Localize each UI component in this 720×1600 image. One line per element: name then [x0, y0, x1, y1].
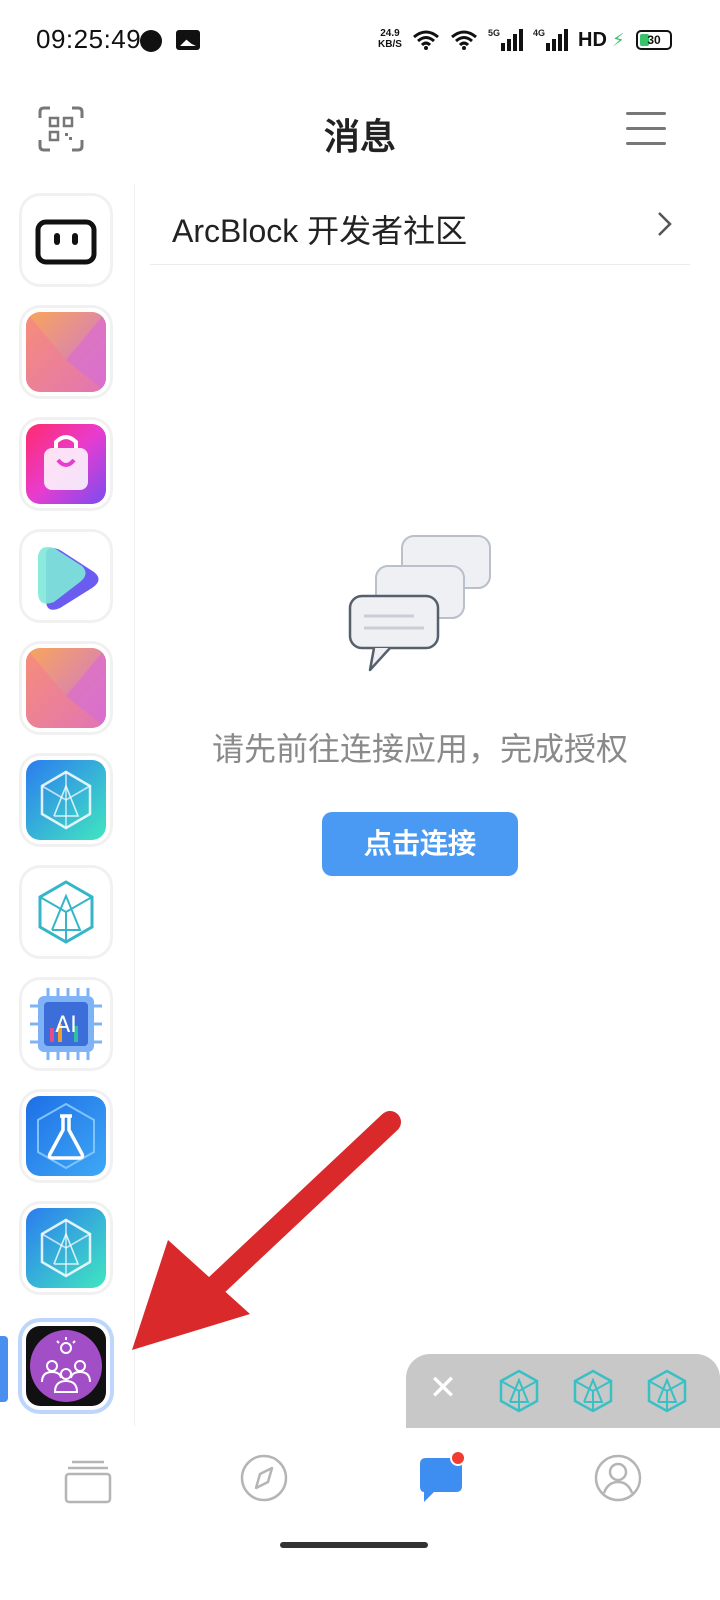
arcblock-cube-icon[interactable]	[644, 1368, 690, 1414]
robot-face-app-icon	[26, 200, 106, 280]
community-name: ArcBlock 开发者社区	[172, 213, 468, 249]
chevron-right-icon	[658, 212, 672, 236]
notification-dot-icon	[140, 30, 162, 52]
community-header-row[interactable]: ArcBlock 开发者社区	[150, 188, 690, 265]
page-title: 消息	[323, 116, 396, 157]
lab-flask-app-icon	[26, 1096, 106, 1176]
sidebar-app-item[interactable]	[22, 868, 110, 956]
bottom-navigation	[0, 1428, 720, 1538]
system-icons: 5G 4G HD	[412, 24, 607, 56]
network-rate: 24.9 KB/S	[378, 28, 402, 50]
hamburger-menu-icon[interactable]	[626, 112, 666, 146]
top-app-bar: 消息	[0, 84, 720, 180]
network-rate-unit: KB/S	[378, 39, 402, 50]
sidebar-app-item[interactable]	[22, 756, 110, 844]
ai-chip-app-icon: AI	[26, 984, 106, 1064]
close-icon[interactable]: ✕	[428, 1370, 458, 1406]
charging-bolt-icon: ⚡	[612, 30, 625, 50]
arcblock-cube-icon[interactable]	[496, 1368, 542, 1414]
signal-strength-icon	[501, 29, 524, 51]
status-time: 09:25:49	[36, 24, 142, 54]
arcblock-outline-cube-app-icon	[26, 872, 106, 952]
sidebar-app-item[interactable]	[22, 1204, 110, 1292]
play-shape-app-icon	[26, 536, 106, 616]
gradient-envelope-app-icon	[26, 648, 106, 728]
wifi-icon	[413, 30, 439, 50]
cards-stack-icon[interactable]	[58, 1448, 118, 1508]
sidebar-app-item[interactable]: AI	[22, 980, 110, 1068]
empty-state-message: 请先前往连接应用，完成授权	[211, 731, 628, 767]
shopping-bag-app-icon	[26, 424, 106, 504]
sidebar-app-item-selected[interactable]	[22, 1322, 110, 1410]
svg-text:AI: AI	[55, 1013, 77, 1038]
sidebar-app-item[interactable]	[22, 532, 110, 620]
home-indicator[interactable]	[280, 1542, 428, 1548]
compass-icon[interactable]	[234, 1448, 294, 1508]
user-profile-icon[interactable]	[588, 1448, 648, 1508]
battery-icon: 30	[636, 30, 672, 50]
network-rate-value: 24.9	[380, 28, 400, 39]
sidebar-app-item[interactable]	[22, 644, 110, 732]
hd-voice-label: HD	[578, 28, 607, 51]
floating-app-bar: ✕	[406, 1354, 720, 1428]
annotation-arrow	[132, 1111, 401, 1350]
sidebar-app-item[interactable]	[22, 420, 110, 508]
battery-level: 30	[647, 33, 661, 47]
sidebar-app-item[interactable]	[22, 196, 110, 284]
arcblock-cube-app-icon	[26, 760, 106, 840]
image-notification-icon	[176, 30, 200, 50]
chat-bubbles-icon	[348, 535, 491, 672]
sidebar-app-item[interactable]	[22, 1092, 110, 1180]
signal-strength-icon	[546, 29, 569, 51]
connect-button[interactable]: 点击连接	[322, 812, 518, 876]
sidebar-app-item[interactable]	[22, 308, 110, 396]
app-sidebar: AI	[0, 184, 135, 1426]
gradient-envelope-app-icon	[26, 312, 106, 392]
wifi-icon	[451, 30, 477, 50]
message-bubble-icon[interactable]	[412, 1448, 472, 1508]
sidebar-selection-indicator	[0, 1336, 8, 1402]
network-4g-label: 4G	[533, 28, 546, 38]
status-bar: 09:25:49 24.9 KB/S 5G 4G HD ⚡ 30	[0, 0, 720, 84]
community-people-app-icon	[26, 1326, 106, 1406]
network-5g-label: 5G	[488, 28, 501, 38]
arcblock-cube-app-icon	[26, 1208, 106, 1288]
arcblock-cube-icon[interactable]	[570, 1368, 616, 1414]
